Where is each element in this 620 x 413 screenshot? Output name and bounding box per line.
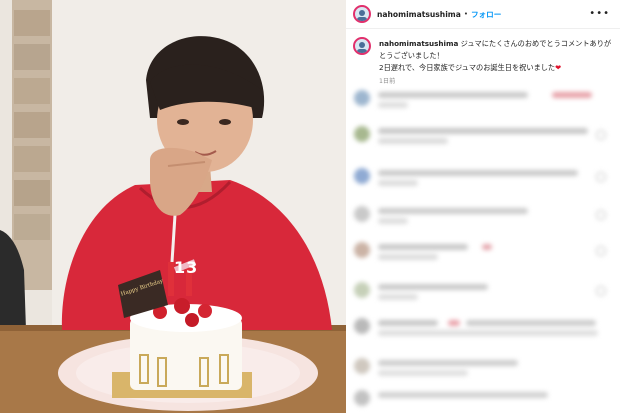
caption-text-line2: 2日遅れで、今日家族でジュマのお誕生日を祝いました — [379, 63, 556, 72]
separator-dot: • — [463, 10, 468, 18]
blurred-comments-list — [346, 85, 620, 413]
list-item — [352, 389, 614, 411]
list-item — [352, 167, 614, 189]
list-item — [352, 357, 614, 379]
post-photo: Happy Birthday 13 — [0, 0, 346, 413]
birthday-photo-illustration — [0, 0, 346, 413]
candle-number: 13 — [174, 258, 199, 277]
instagram-post-embed: Happy Birthday 13 nahomimatsushima • フォロ… — [0, 0, 620, 413]
heart-icon: ❤ — [555, 63, 562, 72]
post-header: nahomimatsushima • フォロー ••• — [346, 0, 620, 29]
follow-button[interactable]: フォロー — [471, 9, 501, 20]
caption-body: nahomimatsushima ジュマにたくさんのおめでとうコメントありがとう… — [379, 38, 615, 88]
list-item — [352, 317, 614, 339]
avatar[interactable] — [353, 5, 371, 23]
list-item — [352, 241, 614, 263]
more-options-icon[interactable]: ••• — [589, 8, 610, 19]
list-item — [352, 89, 614, 111]
caption-avatar[interactable] — [353, 37, 371, 55]
list-item — [352, 125, 614, 147]
post-side-panel: nahomimatsushima • フォロー ••• nahomimatsus… — [346, 0, 620, 413]
username-link[interactable]: nahomimatsushima — [377, 10, 461, 19]
list-item — [352, 205, 614, 227]
caption-username[interactable]: nahomimatsushima — [379, 39, 458, 48]
list-item — [352, 281, 614, 303]
